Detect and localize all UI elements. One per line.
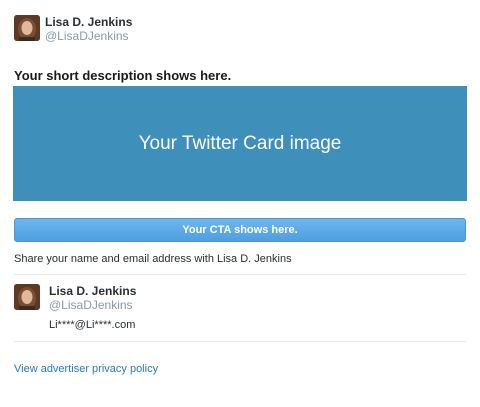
user-email: Li****@Li****.com [49,319,136,331]
profile-photo-icon [14,284,40,310]
short-description: Your short description shows here. [14,68,232,83]
avatar[interactable] [14,15,40,41]
privacy-policy-link[interactable]: View advertiser privacy policy [14,363,158,375]
author-handle[interactable]: @LisaDJenkins [45,29,129,43]
divider [14,274,466,275]
author-name[interactable]: Lisa D. Jenkins [45,15,132,29]
user-handle: @LisaDJenkins [49,298,133,312]
divider [14,341,466,342]
user-name: Lisa D. Jenkins [49,284,137,298]
share-consent-text: Share your name and email address with L… [14,253,292,265]
card-image: Your Twitter Card image [13,86,467,201]
card-image-text: Your Twitter Card image [138,132,342,154]
user-avatar [14,284,40,310]
profile-photo-icon [14,15,40,41]
cta-button[interactable]: Your CTA shows here. [14,218,466,242]
